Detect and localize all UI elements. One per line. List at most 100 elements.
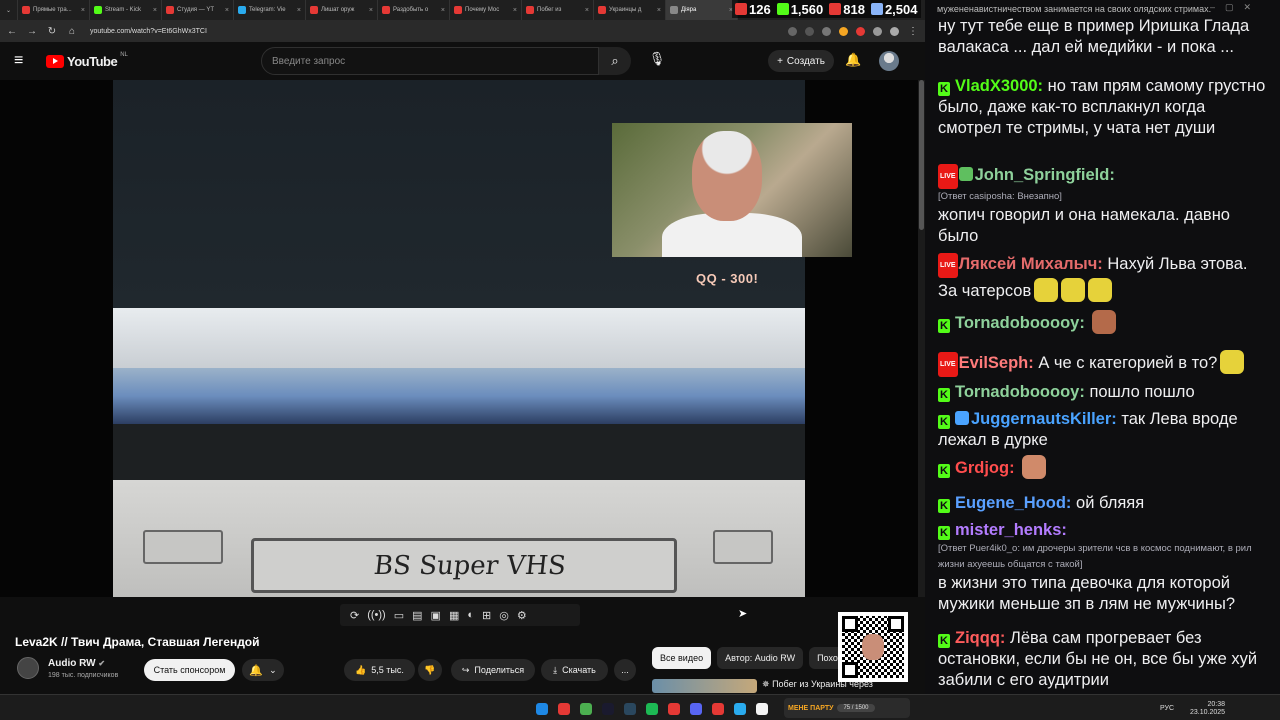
taskbar-app-icon[interactable] bbox=[690, 703, 702, 715]
subscription-bell-button[interactable]: 🔔 ⌄ bbox=[242, 659, 284, 681]
extension-icon[interactable] bbox=[856, 26, 865, 36]
browser-tab[interactable]: Stream - Kick × bbox=[90, 0, 162, 20]
chat-username[interactable]: mister_henks: bbox=[955, 521, 1067, 539]
like-button[interactable]: 👍 5,5 тыс. bbox=[344, 659, 415, 681]
download-button[interactable]: ⤓ Скачать bbox=[541, 659, 608, 681]
browser-tab[interactable]: Лишат оруж × bbox=[306, 0, 378, 20]
player-control-icon[interactable]: ◎ bbox=[499, 609, 509, 622]
chat-text: ну тут тебе еще в пример Иришка Глада ва… bbox=[938, 17, 1250, 56]
url-field[interactable]: youtube.com/watch?v=Et6GhWx3TCI bbox=[90, 28, 780, 35]
chat-username[interactable]: Ляксей Михалыч: bbox=[959, 255, 1103, 273]
browser-menu-icon[interactable]: ⋮ bbox=[907, 26, 919, 37]
scrollbar-thumb[interactable] bbox=[919, 80, 924, 230]
tab-list-button[interactable]: ⌄ bbox=[0, 0, 18, 20]
browser-tab[interactable]: Прямые тра... × bbox=[18, 0, 90, 20]
home-icon[interactable]: ⌂ bbox=[66, 26, 78, 37]
chat-username[interactable]: Grdjog: bbox=[955, 459, 1015, 477]
player-control-icon[interactable]: ▣ bbox=[431, 609, 441, 622]
chat-username[interactable]: John_Springfield: bbox=[975, 166, 1115, 184]
tab-close-icon[interactable]: × bbox=[297, 7, 301, 14]
tab-close-icon[interactable]: × bbox=[225, 7, 229, 14]
tab-close-icon[interactable]: × bbox=[81, 7, 85, 14]
player-control-icon[interactable]: ▭ bbox=[394, 609, 404, 622]
more-actions-button[interactable]: ... bbox=[614, 659, 636, 681]
taskbar-app-icon[interactable] bbox=[558, 703, 570, 715]
video-player[interactable]: BS Super VHS QQ - 300! bbox=[0, 80, 918, 597]
profile-icon[interactable] bbox=[890, 26, 899, 36]
tab-close-icon[interactable]: × bbox=[585, 7, 589, 14]
extension-icon[interactable] bbox=[839, 26, 848, 36]
tab-close-icon[interactable]: × bbox=[657, 7, 661, 14]
forward-icon[interactable]: → bbox=[26, 26, 38, 37]
channel-name[interactable]: Audio RW ✔ bbox=[48, 658, 105, 669]
chat-username[interactable]: Tornadobooooy: bbox=[955, 314, 1085, 332]
taskbar-app-icon[interactable] bbox=[712, 703, 724, 715]
widget-progress[interactable]: МЕНЕ ПАРТУ 75 / 1500 bbox=[784, 698, 910, 718]
subscriber-count: 198 тыс. подписчиков bbox=[48, 672, 119, 679]
tab-label: Лишат оруж bbox=[321, 7, 355, 13]
browser-tab[interactable]: Побег из × bbox=[522, 0, 594, 20]
chat-username[interactable]: Ziqqq: bbox=[955, 629, 1005, 647]
browser-tab[interactable]: Украинцы д × bbox=[594, 0, 666, 20]
taskbar-app-icon[interactable] bbox=[602, 703, 614, 715]
browser-tab[interactable]: Почему Мос × bbox=[450, 0, 522, 20]
voice-search-icon[interactable]: 🎙 bbox=[647, 51, 667, 71]
channel-avatar[interactable] bbox=[17, 657, 39, 679]
share-button[interactable]: ↪ Поделиться bbox=[451, 659, 535, 681]
page-scrollbar[interactable] bbox=[918, 80, 925, 597]
taskbar-app-icon[interactable] bbox=[646, 703, 658, 715]
zoom-icon[interactable] bbox=[805, 26, 814, 36]
create-button[interactable]: + Создать bbox=[768, 50, 834, 72]
stat-item: 818 bbox=[829, 2, 865, 17]
search-input[interactable]: Введите запрос bbox=[261, 47, 599, 75]
browser-tab[interactable]: Діяра × bbox=[666, 0, 738, 20]
account-avatar[interactable] bbox=[879, 51, 899, 71]
tab-close-icon[interactable]: × bbox=[441, 7, 445, 14]
taskbar-app-icon[interactable] bbox=[536, 703, 548, 715]
tab-label: Почему Мос bbox=[465, 7, 500, 13]
player-control-icon[interactable]: ▦ bbox=[449, 609, 459, 622]
recommended-thumbnail[interactable] bbox=[652, 679, 757, 693]
chat-username[interactable]: Tornadobooooy: bbox=[955, 383, 1085, 401]
chat-username[interactable]: VladX3000: bbox=[955, 77, 1043, 95]
filter-chip[interactable]: Автор: Audio RW bbox=[717, 647, 804, 669]
system-clock[interactable]: 20:38 23.10.2025 bbox=[1190, 701, 1225, 717]
channel-name-text[interactable]: Audio RW bbox=[48, 658, 96, 669]
player-control-icon[interactable]: ((•)) bbox=[367, 609, 386, 621]
youtube-logo[interactable]: YouTube NL bbox=[46, 52, 128, 69]
hamburger-menu-icon[interactable]: ≡ bbox=[14, 52, 34, 70]
share-label: Поделиться bbox=[474, 665, 525, 675]
player-control-icon[interactable]: ⊞ bbox=[482, 609, 491, 622]
dislike-button[interactable]: 👎 bbox=[418, 659, 442, 681]
chat-username[interactable]: Eugene_Hood: bbox=[955, 494, 1071, 512]
player-control-icon[interactable]: ◐ bbox=[467, 609, 474, 621]
filter-chip[interactable]: Все видео bbox=[652, 647, 712, 669]
taskbar-app-icon[interactable] bbox=[580, 703, 592, 715]
chat-username[interactable]: EvilSeph: bbox=[959, 354, 1034, 372]
back-icon[interactable]: ← bbox=[6, 26, 18, 37]
extension-icon[interactable] bbox=[788, 26, 797, 36]
tab-close-icon[interactable]: × bbox=[153, 7, 157, 14]
taskbar-app-icon[interactable] bbox=[734, 703, 746, 715]
language-indicator[interactable]: РУС bbox=[1160, 705, 1174, 712]
taskbar-app-icon[interactable] bbox=[668, 703, 680, 715]
reload-icon[interactable]: ↻ bbox=[46, 26, 58, 37]
browser-tab[interactable]: Раздобыть о × bbox=[378, 0, 450, 20]
taskbar-app-icon[interactable] bbox=[624, 703, 636, 715]
player-control-icon[interactable]: ⚙ bbox=[517, 609, 527, 622]
chat-username[interactable]: JuggernautsKiller: bbox=[971, 410, 1117, 428]
tab-close-icon[interactable]: × bbox=[369, 7, 373, 14]
browser-tab[interactable]: Telegram: Vie × bbox=[234, 0, 306, 20]
player-control-icon[interactable]: ▤ bbox=[412, 609, 422, 622]
downloads-icon[interactable] bbox=[873, 26, 882, 36]
taskbar-app-icon[interactable] bbox=[756, 703, 768, 715]
search-button[interactable]: ⌕ bbox=[599, 47, 631, 75]
bookmark-star-icon[interactable] bbox=[822, 26, 831, 36]
browser-tab[interactable]: Студия — YT × bbox=[162, 0, 234, 20]
sponsor-button[interactable]: Стать спонсором bbox=[144, 659, 235, 681]
logo-wordmark: YouTube bbox=[67, 53, 118, 69]
player-control-icon[interactable]: ⟳ bbox=[350, 609, 359, 622]
notifications-icon[interactable]: 🔔 bbox=[845, 52, 861, 68]
window-controls[interactable]: –▢✕ bbox=[1210, 2, 1261, 13]
tab-close-icon[interactable]: × bbox=[513, 7, 517, 14]
